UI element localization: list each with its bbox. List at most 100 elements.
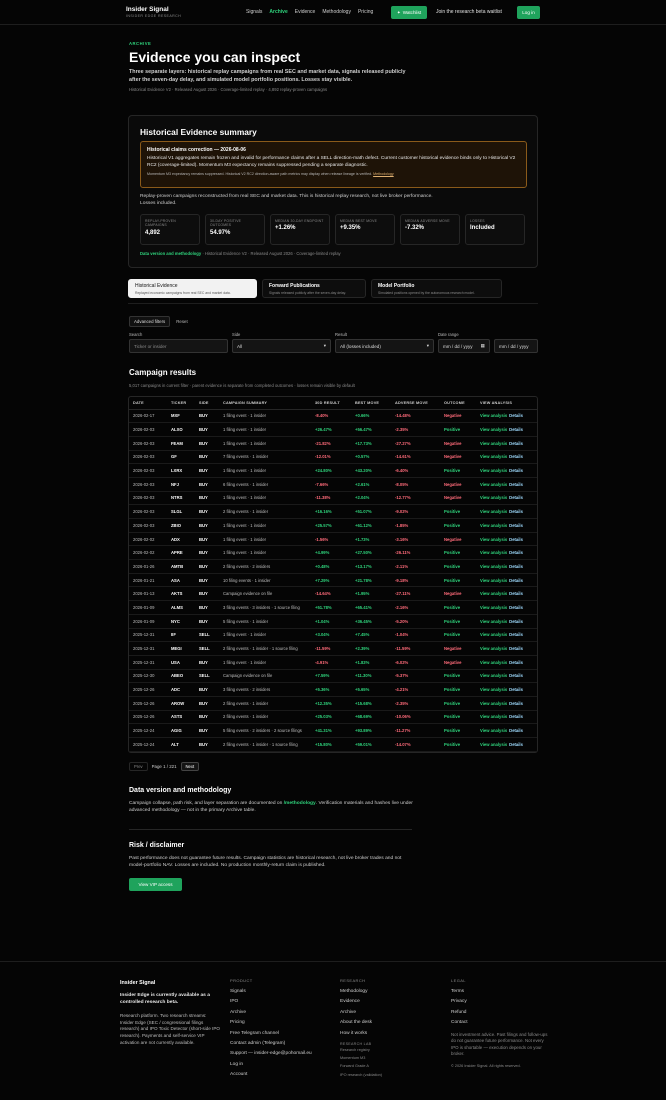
table-row[interactable]: 2025-12-26 AROW BUY 2 filing events · 1 ins… (129, 696, 537, 711)
result-select[interactable]: All (losses included) ▾ (335, 339, 434, 353)
login-button[interactable]: Log in (517, 6, 540, 19)
details-link[interactable]: Details (509, 673, 523, 678)
view-analysis-link[interactable]: View analysis (480, 427, 507, 432)
nav-link-evidence[interactable]: Evidence (295, 9, 316, 15)
waitlist-link[interactable]: Join the research beta waitlist (436, 9, 502, 15)
details-link[interactable]: Details (509, 605, 523, 610)
prev-button[interactable]: Prev (129, 762, 148, 771)
footer-link[interactable]: Archive (230, 1008, 312, 1018)
footer-link[interactable]: Contact admin (Telegram) (230, 1039, 312, 1049)
footer-link[interactable]: About the desk (340, 1018, 382, 1028)
footer-sublink[interactable]: Momentum M3 (340, 1054, 382, 1062)
details-link[interactable]: Details (509, 550, 523, 555)
version-link[interactable]: Data version and methodology (140, 251, 201, 256)
details-link[interactable]: Details (509, 714, 523, 719)
view-analysis-link[interactable]: View analysis (480, 619, 507, 624)
view-analysis-link[interactable]: View analysis (480, 632, 507, 637)
view-analysis-link[interactable]: View analysis (480, 578, 507, 583)
table-row[interactable]: 2026-02-17 MXF BUY 1 filing event · 1 insid… (129, 409, 537, 424)
view-analysis-link[interactable]: View analysis (480, 509, 507, 514)
table-row[interactable]: 2026-01-21 ASA BUY 10 filing events · 1 ins… (129, 573, 537, 588)
details-link[interactable]: Details (509, 441, 523, 446)
date-from-input[interactable]: mm / dd / yyyy ▦ (438, 339, 490, 353)
table-row[interactable]: 2025-12-26 ADC BUY 3 filing events · 2 insi… (129, 682, 537, 697)
footer-link[interactable]: Terms (451, 987, 551, 997)
date-to-input[interactable]: mm / dd / yyyy (494, 339, 538, 353)
footer-link[interactable]: Support — insider-edge@pohomail.eu (230, 1049, 312, 1059)
brand[interactable]: Insider Signal INSIDER EDGE RESEARCH (126, 6, 181, 18)
footer-sublink[interactable]: IPO research (validation) (340, 1071, 382, 1079)
next-button[interactable]: Next (180, 762, 200, 771)
details-link[interactable]: Details (509, 701, 523, 706)
details-link[interactable]: Details (509, 509, 523, 514)
search-input[interactable]: Ticker or insider (129, 339, 228, 353)
details-link[interactable]: Details (509, 482, 523, 487)
table-row[interactable]: 2025-12-24 AGIG BUY 5 filing events · 2 ins… (129, 723, 537, 738)
details-link[interactable]: Details (509, 413, 523, 418)
side-select[interactable]: All ▾ (232, 339, 331, 353)
tab-historical-evidence[interactable]: Historical Evidence Replayed economic ca… (128, 279, 257, 298)
view-analysis-link[interactable]: View analysis (480, 687, 507, 692)
nav-link-methodology[interactable]: Methodology (322, 9, 351, 15)
view-analysis-link[interactable]: View analysis (480, 482, 507, 487)
table-row[interactable]: 2025-12-31 IIF SELL 1 filing event · 1 insi… (129, 628, 537, 643)
footer-link[interactable]: Evidence (340, 997, 382, 1007)
table-row[interactable]: 2025-12-24 ALT BUY 2 filing events · 1 insi… (129, 737, 537, 752)
table-row[interactable]: 2026-01-09 ALMS BUY 3 filing events · 3 ins… (129, 600, 537, 615)
details-link[interactable]: Details (509, 687, 523, 692)
table-row[interactable]: 2026-02-03 NTRS BUY 1 filing event · 1 insi… (129, 491, 537, 506)
footer-link[interactable]: Signals (230, 987, 312, 997)
footer-sublink[interactable]: Forward Grade A (340, 1062, 382, 1070)
view-analysis-link[interactable]: View analysis (480, 550, 507, 555)
view-analysis-link[interactable]: View analysis (480, 714, 507, 719)
table-row[interactable]: 2026-01-09 NYC BUY 5 filing events · 1 insi… (129, 614, 537, 629)
table-row[interactable]: 2026-02-03 ALXO BUY 1 filing event · 1 insi… (129, 422, 537, 437)
table-row[interactable]: 2026-02-03 ZBIO BUY 1 filing event · 1 insi… (129, 518, 537, 533)
nav-link-archive[interactable]: Archive (269, 9, 287, 15)
details-link[interactable]: Details (509, 742, 523, 747)
details-link[interactable]: Details (509, 537, 523, 542)
footer-sublink[interactable]: Research registry (340, 1046, 382, 1054)
footer-link[interactable]: Refund (451, 1008, 551, 1018)
view-analysis-link[interactable]: View analysis (480, 701, 507, 706)
details-link[interactable]: Details (509, 619, 523, 624)
view-analysis-link[interactable]: View analysis (480, 646, 507, 651)
details-link[interactable]: Details (509, 523, 523, 528)
table-row[interactable]: 2026-01-26 AMTB BUY 2 filing events · 2 ins… (129, 559, 537, 574)
view-analysis-link[interactable]: View analysis (480, 441, 507, 446)
view-analysis-link[interactable]: View analysis (480, 523, 507, 528)
view-analysis-link[interactable]: View analysis (480, 413, 507, 418)
table-row[interactable]: 2025-12-31 MEGI SELL 2 filing events · 1 in… (129, 641, 537, 656)
view-analysis-link[interactable]: View analysis (480, 742, 507, 747)
view-analysis-link[interactable]: View analysis (480, 468, 507, 473)
advanced-filters-button[interactable]: Advanced filters (129, 316, 171, 327)
table-row[interactable]: 2026-01-13 AKTS BUY Campaign evidence on fi… (129, 586, 537, 602)
details-link[interactable]: Details (509, 591, 523, 596)
footer-link[interactable]: Pricing (230, 1018, 312, 1028)
footer-link[interactable]: Methodology (340, 987, 382, 997)
view-analysis-link[interactable]: View analysis (480, 591, 507, 596)
table-row[interactable]: 2026-02-02 APRE BUY 1 filing event · 1 insi… (129, 545, 537, 561)
view-analysis-link[interactable]: View analysis (480, 537, 507, 542)
details-link[interactable]: Details (509, 646, 523, 651)
table-row[interactable]: 2026-02-03 NFJ BUY 6 filing events · 1 insi… (129, 477, 537, 492)
nav-link-signals[interactable]: Signals (246, 9, 262, 15)
footer-link[interactable]: IPO (230, 997, 312, 1007)
table-row[interactable]: 2026-02-03 FEAM BUY 1 filing event · 1 insi… (129, 436, 537, 451)
table-row[interactable]: 2025-12-26 ASTS BUY 2 filing events · 1 ins… (129, 710, 537, 725)
table-row[interactable]: 2026-02-03 GF BUY 7 filing events · 1 insid… (129, 450, 537, 465)
watchlist-button[interactable]: ✦ Watchlist (391, 6, 427, 19)
table-row[interactable]: 2026-02-02 ADX BUY 1 filing event · 1 insid… (129, 532, 537, 547)
details-link[interactable]: Details (509, 495, 523, 500)
details-link[interactable]: Details (509, 660, 523, 665)
methodology-link[interactable]: /methodology (284, 801, 316, 806)
details-link[interactable]: Details (509, 427, 523, 432)
view-analysis-link[interactable]: View analysis (480, 564, 507, 569)
table-row[interactable]: 2026-02-03 LXRX BUY 1 filing event · 1 insi… (129, 463, 537, 478)
table-row[interactable]: 2025-12-31 USA BUY 1 filing event · 1 insid… (129, 655, 537, 670)
tab-model-portfolio[interactable]: Model Portfolio Simulated positions open… (371, 279, 502, 298)
footer-link[interactable]: Archive (340, 1008, 382, 1018)
details-link[interactable]: Details (509, 632, 523, 637)
correction-methodology-link[interactable]: Methodology (373, 172, 394, 176)
table-row[interactable]: 2025-12-30 ABEO SELL Campaign evidence on f… (129, 669, 537, 684)
